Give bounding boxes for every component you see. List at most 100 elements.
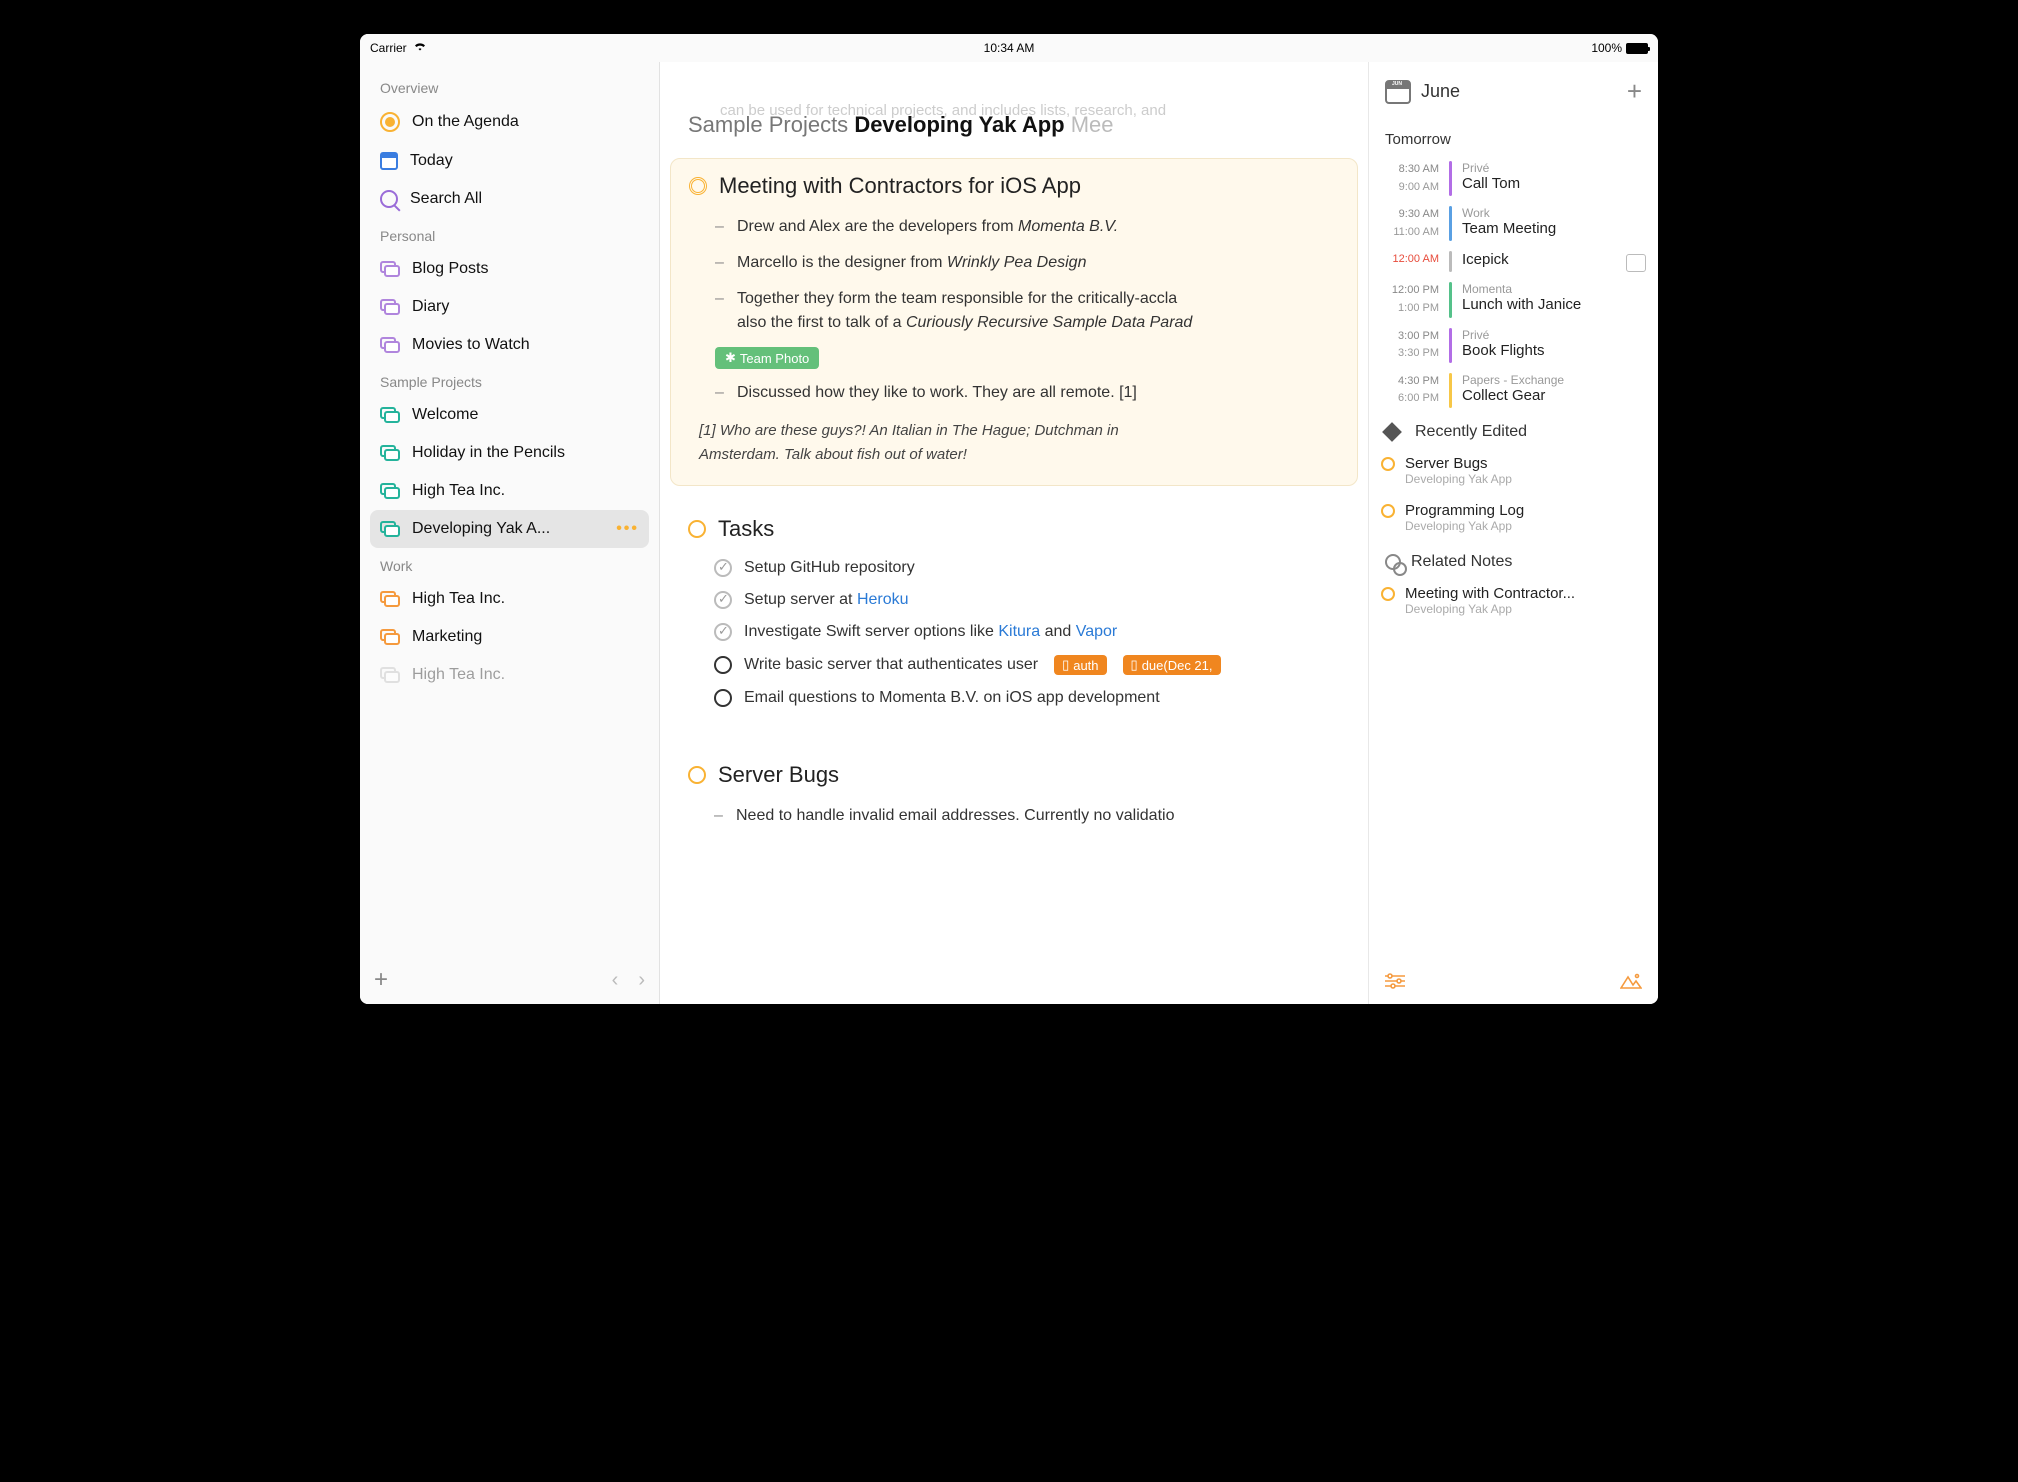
task-row[interactable]: Setup GitHub repository — [688, 552, 1340, 584]
sidebar-item-movies[interactable]: Movies to Watch — [370, 326, 649, 364]
task-row[interactable]: Setup server at Heroku — [688, 584, 1340, 616]
sidebar-item-label: Holiday in the Pencils — [412, 444, 639, 462]
sidebar-item-today[interactable]: Today — [370, 142, 649, 180]
tag-chip[interactable]: ▯auth — [1054, 655, 1106, 675]
note-line[interactable]: Need to handle invalid email addresses. … — [736, 804, 1174, 828]
note-server-bugs[interactable]: Server Bugs –Need to handle invalid emai… — [670, 748, 1358, 852]
event-times: 8:30 AM9:00 AM — [1381, 161, 1439, 196]
link[interactable]: Heroku — [857, 591, 909, 608]
checkbox-icon[interactable] — [714, 559, 732, 577]
task-row[interactable]: Investigate Swift server options like Ki… — [688, 616, 1340, 648]
sidebar-item-hightea-work-2[interactable]: High Tea Inc. — [370, 656, 649, 694]
note-meeting[interactable]: Meeting with Contractors for iOS App –Dr… — [670, 158, 1358, 486]
note-link-sub: Developing Yak App — [1405, 519, 1646, 533]
calendar-event[interactable]: 8:30 AM9:00 AM PrivéCall Tom — [1381, 156, 1646, 201]
add-button[interactable]: + — [374, 966, 388, 994]
note-title[interactable]: Server Bugs — [718, 762, 839, 788]
note-tasks[interactable]: Tasks Setup GitHub repository Setup serv… — [670, 502, 1358, 732]
checkbox-icon[interactable] — [714, 656, 732, 674]
sidebar-item-label: High Tea Inc. — [412, 666, 639, 684]
project-icon — [380, 337, 400, 353]
attachment-chip[interactable]: ✱Team Photo — [715, 347, 819, 369]
note-link-sub: Developing Yak App — [1405, 602, 1646, 616]
add-event-button[interactable]: + — [1627, 76, 1642, 107]
task-row[interactable]: Email questions to Momenta B.V. on iOS a… — [688, 682, 1340, 714]
checkbox-icon[interactable] — [714, 591, 732, 609]
calendar-event[interactable]: 4:30 PM6:00 PM Papers - ExchangeCollect … — [1381, 368, 1646, 413]
event-color-bar — [1449, 206, 1452, 241]
note-line[interactable]: Marcello is the designer from Wrinkly Pe… — [737, 251, 1086, 275]
note-status-icon — [688, 766, 706, 784]
sidebar-item-label: Diary — [412, 298, 639, 316]
event-color-bar — [1449, 282, 1452, 317]
sidebar-footer: + ‹ › — [360, 955, 659, 1004]
project-icon — [380, 299, 400, 315]
link[interactable]: Kitura — [998, 623, 1040, 640]
calendar-month-button[interactable]: JUN June — [1385, 80, 1460, 104]
sidebar-item-label: Search All — [410, 190, 639, 208]
sidebar-item-blog-posts[interactable]: Blog Posts — [370, 250, 649, 288]
calendar-event[interactable]: 9:30 AM11:00 AM WorkTeam Meeting — [1381, 201, 1646, 246]
task-text[interactable]: Setup GitHub repository — [744, 559, 915, 577]
battery-icon — [1626, 43, 1648, 54]
note-link[interactable]: Meeting with Contractor...Developing Yak… — [1381, 579, 1646, 626]
carrier-label: Carrier — [370, 41, 407, 55]
calendar-event[interactable]: 12:00 PM1:00 PM MomentaLunch with Janice — [1381, 277, 1646, 322]
battery-pct: 100% — [1591, 41, 1622, 55]
event-title: Lunch with Janice — [1462, 296, 1646, 313]
gallery-button[interactable] — [1620, 973, 1642, 994]
checkbox-icon[interactable] — [714, 689, 732, 707]
sidebar-item-high-tea-sample[interactable]: High Tea Inc. — [370, 472, 649, 510]
note-link-title: Meeting with Contractor... — [1405, 585, 1646, 602]
calendar-event[interactable]: 12:00 AM Icepick — [1381, 246, 1646, 277]
sidebar-item-search-all[interactable]: Search All — [370, 180, 649, 218]
sidebar-item-on-the-agenda[interactable]: On the Agenda — [370, 102, 649, 142]
note-link[interactable]: Server BugsDeveloping Yak App — [1381, 449, 1646, 496]
event-calendar: Papers - Exchange — [1462, 373, 1646, 387]
agenda-icon — [380, 112, 400, 132]
nav-back-button[interactable]: ‹ — [612, 969, 619, 992]
sidebar-item-diary[interactable]: Diary — [370, 288, 649, 326]
task-text[interactable]: Write basic server that authenticates us… — [744, 656, 1038, 674]
event-calendar: Privé — [1462, 328, 1646, 342]
task-text[interactable]: Email questions to Momenta B.V. on iOS a… — [744, 689, 1160, 707]
sidebar-item-hightea-work[interactable]: High Tea Inc. — [370, 580, 649, 618]
sidebar-item-marketing[interactable]: Marketing — [370, 618, 649, 656]
note-link[interactable]: Programming LogDeveloping Yak App — [1381, 496, 1646, 543]
tag-chip[interactable]: ▯due(Dec 21, — [1123, 655, 1221, 675]
note-status-icon — [689, 177, 707, 195]
task-row[interactable]: Write basic server that authenticates us… — [688, 648, 1340, 682]
event-title: Icepick — [1462, 251, 1616, 268]
note-line[interactable]: Drew and Alex are the developers from Mo… — [737, 215, 1118, 239]
sidebar-item-label: High Tea Inc. — [412, 482, 639, 500]
main-content[interactable]: can be used for technical projects, and … — [660, 62, 1368, 1004]
calendar-event[interactable]: 3:00 PM3:30 PM PrivéBook Flights — [1381, 323, 1646, 368]
sidebar-item-welcome[interactable]: Welcome — [370, 396, 649, 434]
event-calendar: Privé — [1462, 161, 1646, 175]
note-title[interactable]: Meeting with Contractors for iOS App — [719, 173, 1081, 199]
project-icon — [380, 629, 400, 645]
note-title[interactable]: Tasks — [718, 516, 774, 542]
task-text[interactable]: Setup server at Heroku — [744, 591, 909, 609]
sidebar-section-personal: Personal — [370, 218, 649, 250]
sidebar-item-developing-yak[interactable]: Developing Yak A... ••• — [370, 510, 649, 548]
app-window: Carrier 10:34 AM 100% Overview On the Ag… — [360, 34, 1658, 1004]
faded-preview-text: can be used for technical projects, and … — [680, 102, 1348, 123]
note-badge-icon[interactable] — [1626, 254, 1646, 272]
nav-forward-button[interactable]: › — [638, 969, 645, 992]
more-icon[interactable]: ••• — [616, 520, 639, 538]
related-notes-heading: Related Notes — [1381, 543, 1646, 579]
preferences-button[interactable] — [1385, 973, 1405, 994]
recent-icon — [1382, 422, 1402, 442]
note-status-icon — [1381, 504, 1395, 518]
checkbox-icon[interactable] — [714, 623, 732, 641]
project-icon — [380, 591, 400, 607]
sidebar-item-holiday[interactable]: Holiday in the Pencils — [370, 434, 649, 472]
footnote[interactable]: [1] Who are these guys?! An Italian in T… — [689, 411, 1339, 467]
note-line[interactable]: Discussed how they like to work. They ar… — [737, 381, 1137, 405]
event-color-bar — [1449, 161, 1452, 196]
link[interactable]: Vapor — [1076, 623, 1118, 640]
note-line[interactable]: Together they form the team responsible … — [737, 287, 1192, 335]
task-text[interactable]: Investigate Swift server options like Ki… — [744, 623, 1117, 641]
sidebar: Overview On the Agenda Today Search All … — [360, 62, 660, 1004]
